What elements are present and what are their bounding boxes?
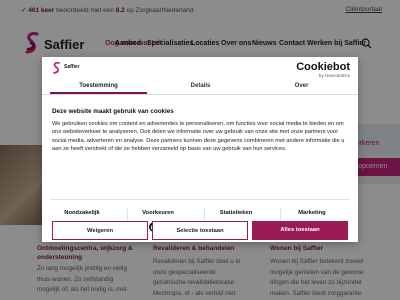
allow-all-button[interactable]: Alles toestaan bbox=[252, 221, 348, 240]
allow-selection-button[interactable]: Selectie toestaan bbox=[152, 221, 248, 240]
tab-toestemming[interactable]: Toestemming bbox=[46, 83, 151, 89]
cookiebot-by: by Usercentrics bbox=[318, 73, 350, 78]
cookie-consent-dialog: Saffier Cookiebot by Usercentrics Toeste… bbox=[42, 57, 358, 242]
tab-over[interactable]: Over bbox=[249, 83, 354, 89]
toggle-label-statistieken: Statistieken bbox=[219, 210, 253, 216]
divider bbox=[50, 199, 350, 200]
consent-tabs: Toestemming Details Over bbox=[42, 80, 358, 95]
tab-details[interactable]: Details bbox=[148, 83, 253, 89]
toggle-label-voorkeuren: Voorkeuren bbox=[142, 210, 174, 216]
dialog-heading: Deze website maakt gebruik van cookies bbox=[52, 108, 174, 115]
toggle-label-noodzakelijk: Noodzakelijk bbox=[64, 210, 100, 216]
toggle-label-marketing: Marketing bbox=[298, 210, 326, 216]
dialog-logo-text: Saffier bbox=[64, 64, 80, 70]
cookiebot-name: Cookiebot bbox=[296, 61, 350, 73]
cookiebot-logo[interactable]: Cookiebot by Usercentrics bbox=[296, 61, 350, 78]
dialog-body: We gebruiken cookies om content en adver… bbox=[52, 121, 345, 153]
decline-button[interactable]: Weigeren bbox=[52, 221, 148, 240]
modal-backdrop-top bbox=[0, 0, 400, 18]
active-tab-indicator bbox=[50, 92, 147, 94]
